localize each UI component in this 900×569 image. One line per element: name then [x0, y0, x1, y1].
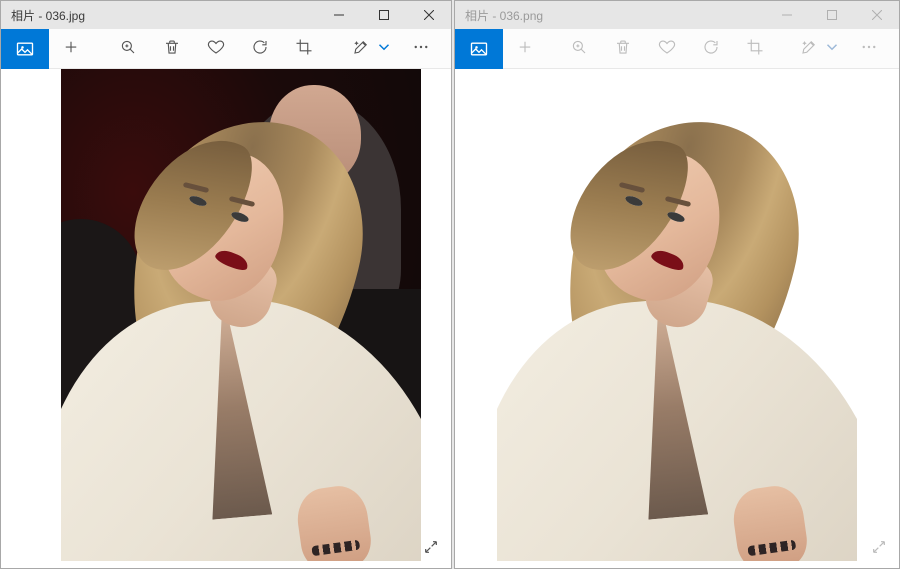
rotate-button[interactable]	[238, 29, 282, 69]
titlebar[interactable]: 相片 - 036.jpg	[1, 1, 451, 29]
edit-dropdown[interactable]	[823, 29, 841, 69]
more-button[interactable]	[847, 29, 891, 69]
crop-icon	[746, 38, 764, 59]
toolbar	[455, 29, 899, 69]
view-all-photos-button[interactable]	[1, 29, 49, 69]
minimize-button[interactable]	[764, 1, 809, 29]
canvas	[455, 69, 899, 568]
close-button[interactable]	[854, 1, 899, 29]
zoom-in-icon	[570, 38, 588, 59]
chevron-down-icon	[375, 38, 393, 59]
favorite-button[interactable]	[645, 29, 689, 69]
fullscreen-button[interactable]	[871, 539, 887, 558]
maximize-button[interactable]	[361, 1, 406, 29]
photos-window-jpg: 相片 - 036.jpg	[0, 0, 452, 569]
zoom-in-icon	[119, 38, 137, 59]
chevron-down-icon	[823, 38, 841, 59]
titlebar[interactable]: 相片 - 036.png	[455, 1, 899, 29]
edit-icon	[800, 38, 818, 59]
crop-button[interactable]	[733, 29, 777, 69]
toolbar	[1, 29, 451, 69]
crop-icon	[295, 38, 313, 59]
minimize-button[interactable]	[316, 1, 361, 29]
rotate-button[interactable]	[689, 29, 733, 69]
heart-icon	[658, 38, 676, 59]
view-all-photos-button[interactable]	[455, 29, 503, 69]
photos-window-png: 相片 - 036.png	[454, 0, 900, 569]
delete-button[interactable]	[601, 29, 645, 69]
window-title: 相片 - 036.png	[455, 7, 543, 24]
trash-icon	[163, 38, 181, 59]
fullscreen-button[interactable]	[423, 539, 439, 558]
close-button[interactable]	[406, 1, 451, 29]
rotate-icon	[251, 38, 269, 59]
rotate-icon	[702, 38, 720, 59]
zoom-button[interactable]	[106, 29, 150, 69]
window-title: 相片 - 036.jpg	[1, 7, 85, 24]
more-icon	[412, 38, 430, 59]
canvas	[1, 69, 451, 568]
crop-button[interactable]	[282, 29, 326, 69]
photo-background-removed	[497, 69, 857, 561]
trash-icon	[614, 38, 632, 59]
heart-icon	[207, 38, 225, 59]
more-button[interactable]	[399, 29, 443, 69]
delete-button[interactable]	[150, 29, 194, 69]
add-button[interactable]	[503, 29, 547, 69]
edit-icon	[352, 38, 370, 59]
photo-with-background	[61, 69, 421, 561]
plus-icon	[62, 38, 80, 59]
favorite-button[interactable]	[194, 29, 238, 69]
edit-dropdown[interactable]	[375, 29, 393, 69]
maximize-button[interactable]	[809, 1, 854, 29]
more-icon	[860, 38, 878, 59]
plus-icon	[516, 38, 534, 59]
add-button[interactable]	[49, 29, 93, 69]
zoom-button[interactable]	[557, 29, 601, 69]
